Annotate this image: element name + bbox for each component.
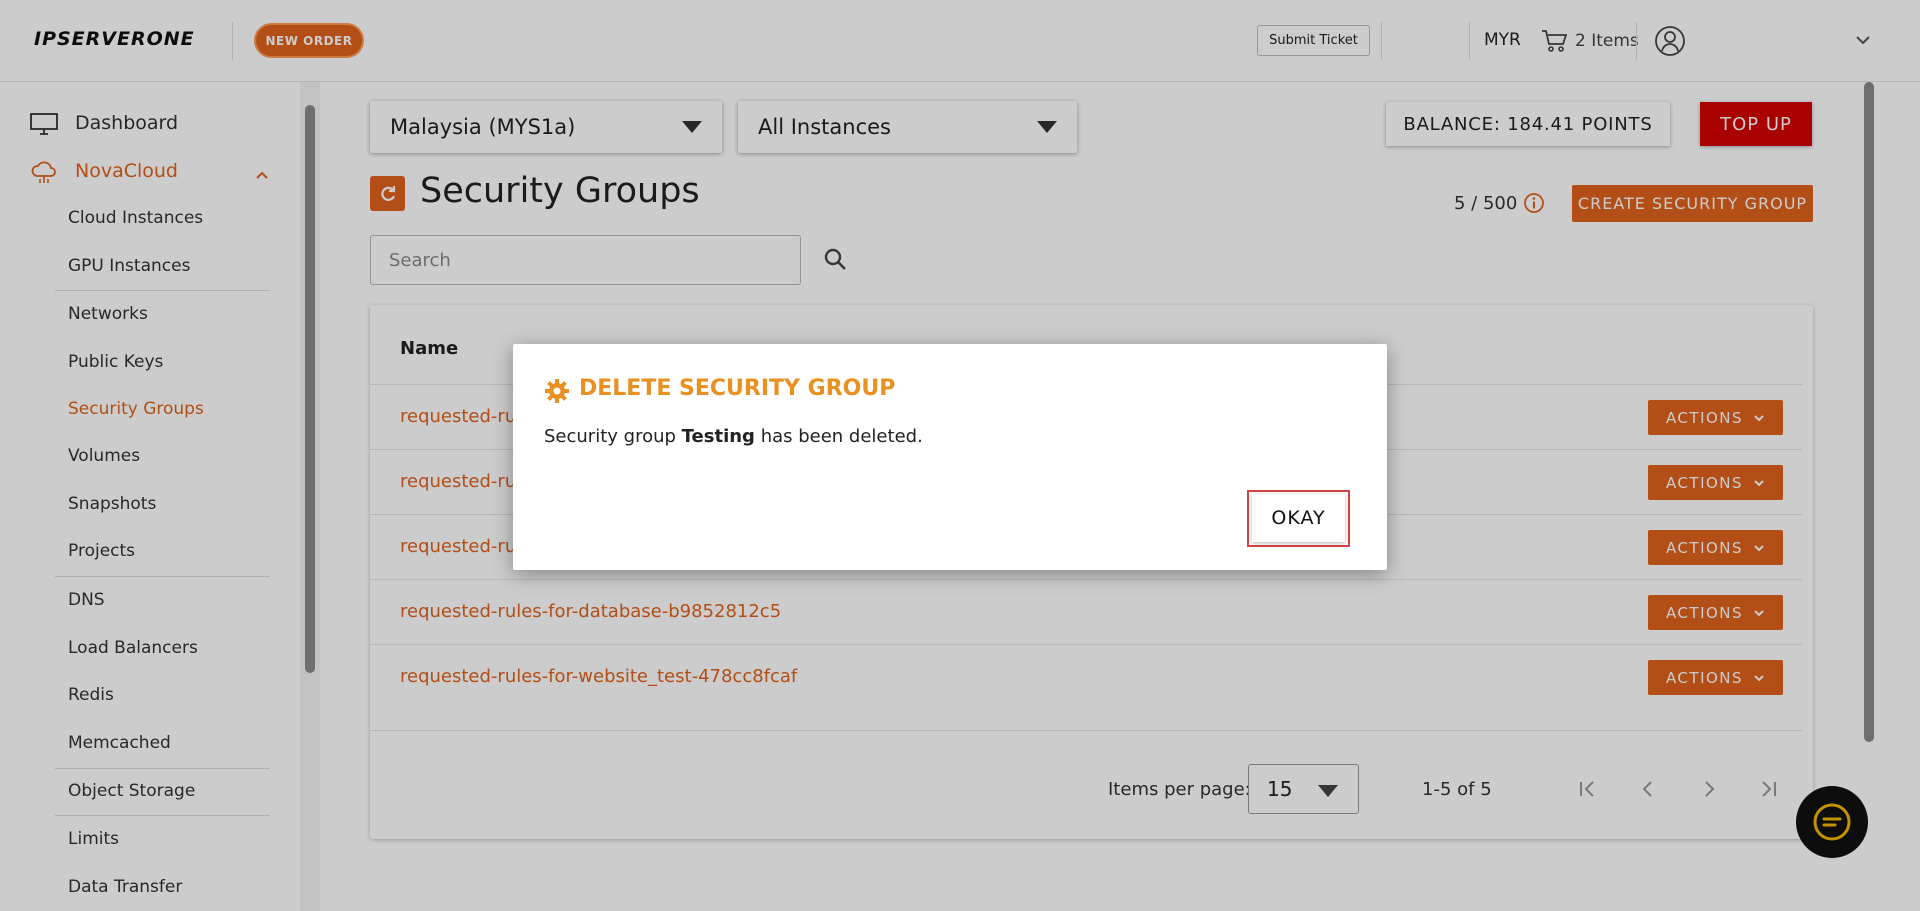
message-prefix: Security group (544, 426, 676, 447)
message-suffix: has been deleted. (760, 426, 923, 447)
okay-button[interactable]: OKAY (1252, 494, 1345, 542)
dialog-title: DELETE SECURITY GROUP (579, 376, 896, 401)
dialog-message: Security group Testing has been deleted. (544, 426, 923, 447)
deleted-group-name: Testing (681, 426, 755, 447)
delete-security-group-dialog: DELETE SECURITY GROUP Security group Tes… (513, 344, 1387, 570)
gear-icon (545, 379, 569, 403)
